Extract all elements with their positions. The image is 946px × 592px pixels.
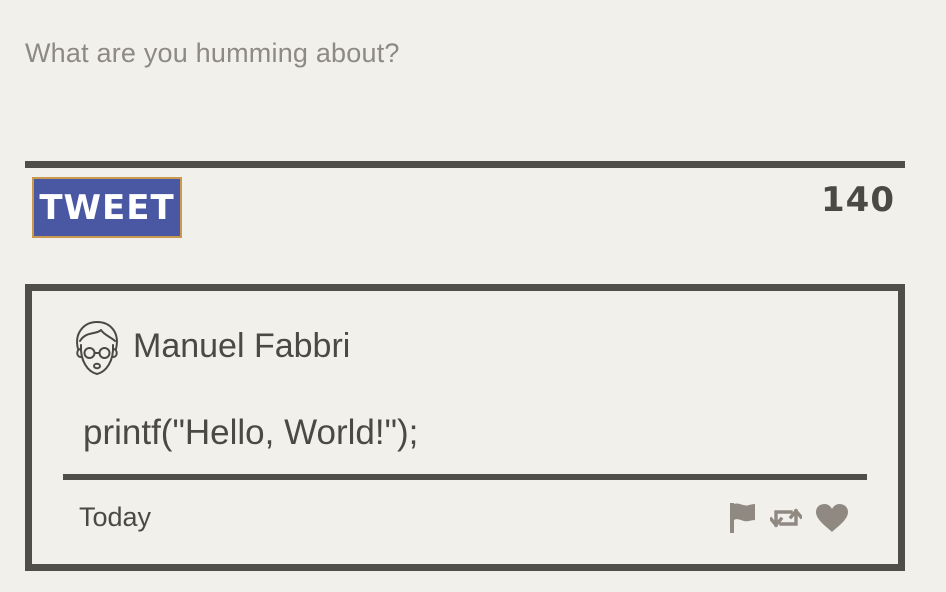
tweet-actions xyxy=(727,500,849,536)
tweet-button[interactable]: TWEET xyxy=(32,177,182,238)
tweet-divider xyxy=(63,474,867,480)
user-avatar-icon xyxy=(70,319,124,377)
compose-input[interactable]: What are you humming about? xyxy=(25,38,400,69)
tweet-text: printf("Hello, World!"); xyxy=(83,413,419,452)
heart-icon[interactable] xyxy=(815,503,849,533)
character-counter: 140 xyxy=(821,180,895,220)
compose-divider xyxy=(25,161,905,168)
author-name[interactable]: Manuel Fabbri xyxy=(133,327,350,366)
tweet-card: Manuel Fabbri printf("Hello, World!"); T… xyxy=(25,284,905,571)
tweet-timestamp: Today xyxy=(79,502,152,532)
retweet-icon[interactable] xyxy=(770,505,802,531)
flag-icon[interactable] xyxy=(727,501,757,535)
